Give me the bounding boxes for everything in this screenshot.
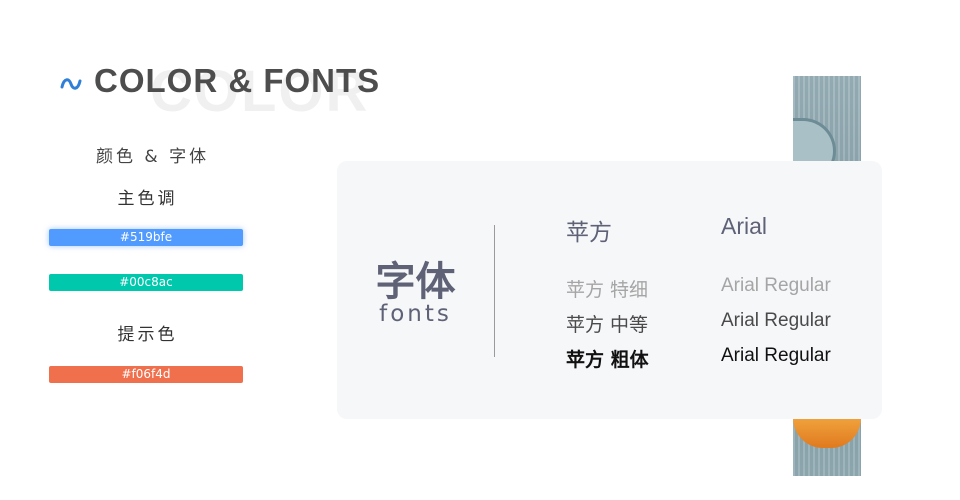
fonts-card: 字体 fonts 苹方 Arial 苹方 特细 苹方 中等 苹方 粗体 Aria…: [337, 161, 882, 419]
font-column-heading-pingfang: 苹方: [566, 220, 612, 246]
font-sample-arial-light: Arial Regular: [721, 275, 831, 296]
font-sample-pingfang-medium: 苹方 中等: [566, 314, 649, 336]
slide: COLOR COLOR & FONTS 颜色 & 字体 主色调 #519bfe …: [0, 0, 960, 500]
fonts-card-title: 字体: [375, 259, 456, 305]
font-sample-arial-medium: Arial Regular: [721, 310, 831, 331]
swirl-icon: [60, 78, 82, 90]
color-swatch-green: #00c8ac: [49, 274, 243, 291]
primary-color-label: 主色调: [117, 189, 178, 209]
color-swatch-orange: #f06f4d: [49, 366, 243, 383]
font-sample-arial-regular: Arial Regular: [721, 345, 831, 366]
page-title: COLOR & FONTS: [94, 62, 381, 99]
font-sample-pingfang-light: 苹方 特细: [566, 279, 649, 301]
font-sample-pingfang-bold: 苹方 粗体: [566, 349, 649, 371]
fonts-card-subtitle: fonts: [379, 301, 452, 327]
fonts-card-divider: [494, 225, 495, 357]
hint-color-label: 提示色: [117, 325, 178, 345]
page-subtitle: 颜色 & 字体: [96, 147, 210, 167]
color-swatch-blue: #519bfe: [49, 229, 243, 246]
font-column-heading-arial: Arial: [721, 213, 768, 239]
